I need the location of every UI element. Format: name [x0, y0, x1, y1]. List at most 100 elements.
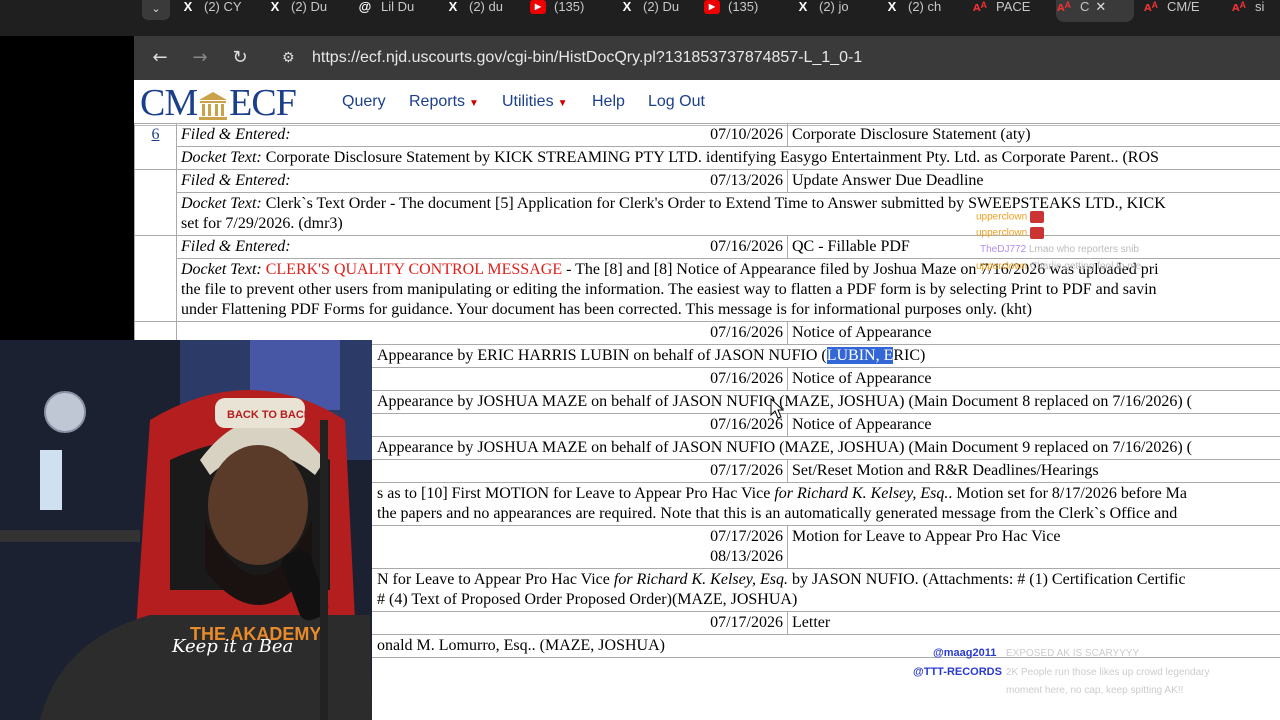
docket-text: set for 7/29/2026. (dmr3) — [181, 215, 343, 232]
chat-username: upperclown — [976, 211, 1028, 223]
forward-arrow-icon[interactable]: → — [188, 46, 212, 70]
doc-number — [134, 169, 177, 236]
selected-text[interactable]: LUBIN, E — [826, 347, 894, 364]
cm-ecf-logo[interactable]: CM ECF — [140, 82, 297, 124]
menu-reports[interactable]: Reports ▼ — [409, 93, 479, 111]
browser-tab[interactable]: X (2) Du — [267, 0, 345, 22]
chat-text: Charlie getting fool to me — [1029, 261, 1142, 272]
browser-tab[interactable]: ᴀᴬ C ✕ — [1056, 0, 1134, 22]
dropdown-arrow-icon: ▼ — [469, 98, 479, 109]
menu-help[interactable]: Help — [592, 93, 625, 111]
hat-text: BACK TO BACK — [227, 409, 312, 421]
docket-text: the papers and no appearances are requir… — [377, 505, 1178, 522]
doc-link[interactable]: 6 — [152, 126, 160, 143]
site-info-icon[interactable]: ⚙ — [282, 46, 302, 70]
courthouse-icon — [199, 92, 228, 121]
tab-label: PACE — [996, 0, 1031, 14]
filed-label: Filed & Entered: — [181, 238, 291, 255]
tab-label: (2) Du — [643, 0, 680, 14]
entry-type: Letter — [787, 611, 1280, 635]
tab-label: Lil Du — [381, 0, 415, 14]
tab-label: (2) du — [469, 0, 503, 14]
url-field[interactable]: https://ecf.njd.uscourts.gov/cgi-bin/His… — [312, 44, 1272, 72]
tab-label: (2) ch — [908, 0, 942, 14]
docket-text: by JASON NUFIO. (Attachments: # (1) Cert… — [787, 571, 1186, 588]
chat-username: upperclown — [976, 261, 1028, 272]
entry-date: 07/17/2026 — [710, 528, 783, 545]
docket-text: Corporate Disclosure Statement by KICK S… — [265, 149, 1159, 166]
close-tab-icon[interactable]: ✕ — [1095, 0, 1106, 14]
streamer-video-icon: BACK TO BACK THE AKADEMY Keep it a Bea — [0, 340, 372, 720]
tab-label: si — [1255, 0, 1265, 14]
entry-type: Update Answer Due Deadline — [787, 169, 1280, 193]
webcam-feed: BACK TO BACK THE AKADEMY Keep it a Bea — [0, 340, 372, 720]
docket-text: RIC) — [893, 347, 926, 364]
browser-tab[interactable]: ᴀᴬ si — [1231, 0, 1280, 22]
docket-text: Appearance by ERIC HARRIS LUBIN on behal… — [377, 347, 827, 364]
entry-date: 07/17/2026 — [710, 462, 783, 479]
menu-utilities[interactable]: Utilities ▼ — [502, 93, 567, 111]
tab-label: (135) — [554, 0, 585, 14]
table-row: 6 Filed & Entered: 07/10/2026 Corporate D… — [134, 123, 1280, 170]
shirt-script-text: Keep it a Bea — [171, 636, 293, 657]
stream-tag: @TTT-RECORDS — [913, 666, 1002, 678]
ecf-header: CM ECF Query Reports ▼ Utilities ▼ Help Log… — [134, 80, 1280, 126]
browser-tab[interactable]: X (2) CY — [180, 0, 254, 22]
tab-label: C — [1080, 0, 1090, 14]
x-logo-icon: X — [887, 0, 897, 14]
youtube-icon: ▶ — [530, 0, 546, 14]
tab-label: CM/E — [1167, 0, 1200, 14]
filed-label: Filed & Entered: — [181, 172, 291, 189]
dropdown-arrow-icon: ▼ — [557, 98, 568, 109]
entry-type: Notice of Appearance — [787, 413, 1280, 437]
stream-tag: @maag2011 — [933, 647, 997, 659]
browser-tab[interactable]: ▶ (135) — [530, 0, 604, 22]
x-logo-icon: X — [270, 0, 280, 14]
x-logo-icon: X — [448, 0, 458, 14]
tab-search-dropdown[interactable]: ⌄ — [142, 0, 170, 20]
chat-message: upperclown — [976, 227, 1044, 239]
table-row: Filed & Entered: 07/13/2026 Update Answer… — [134, 169, 1280, 236]
tab-label: (2) Du — [291, 0, 328, 14]
pacer-icon: ᴀᴬ — [973, 0, 987, 14]
entry-date: 07/17/2026 — [710, 614, 783, 631]
browser-tab[interactable]: @ Lil Du — [357, 0, 431, 22]
tab-label: (135) — [728, 0, 759, 14]
docket-text-cell: Docket Text: Corporate Disclosure Statem… — [176, 146, 1280, 170]
browser-tab[interactable]: ᴀᴬ PACE — [972, 0, 1044, 22]
docket-text-italic: for Richard K. Kelsey, Esq. — [613, 571, 788, 588]
x-logo-icon: X — [183, 0, 193, 14]
x-logo-icon: X — [798, 0, 808, 14]
entry-date: 07/16/2026 — [710, 238, 783, 255]
chat-message: upperclown — [976, 211, 1044, 223]
menu-logout[interactable]: Log Out — [648, 93, 705, 111]
emote-icon — [1029, 211, 1044, 223]
browser-tab[interactable]: X (2) Du — [619, 0, 691, 22]
browser-tab[interactable]: X (2) du — [445, 0, 517, 22]
entry-type: Notice of Appearance — [787, 367, 1280, 391]
browser-tab[interactable]: ▶ (135) — [704, 0, 778, 22]
entry-date: 07/16/2026 — [710, 370, 783, 387]
menu-reports-label: Reports — [409, 93, 466, 110]
entry-date: 07/10/2026 — [710, 126, 783, 143]
mouse-cursor-icon — [770, 398, 785, 419]
chat-message: TheDJ772 Lmao who reporters snib — [980, 244, 1139, 255]
docket-text: Appearance by JOSHUA MAZE on behalf of J… — [377, 439, 1192, 456]
chat-message: upperclown Charlie getting fool to me — [976, 261, 1141, 272]
doc-number — [134, 235, 177, 322]
browser-tab[interactable]: X (2) jo — [795, 0, 867, 22]
docket-text: onald M. Lomurro, Esq.. (MAZE, JOSHUA) — [377, 637, 665, 654]
entry-type: Set/Reset Motion and R&R Deadlines/Heari… — [787, 459, 1280, 483]
table-row: Docket Text: Clerk`s Text Order - The do… — [135, 192, 1280, 236]
tab-label: (2) CY — [204, 0, 242, 14]
filed-label: Filed & Entered: — [181, 126, 291, 143]
threads-icon: @ — [358, 0, 372, 14]
menu-query[interactable]: Query — [342, 93, 386, 111]
browser-tab[interactable]: ᴀᴬ CM/E — [1143, 0, 1217, 22]
docket-text-cell: Docket Text: Clerk`s Text Order - The do… — [176, 192, 1280, 236]
back-arrow-icon[interactable]: ← — [148, 46, 172, 70]
reload-icon[interactable]: ↻ — [228, 46, 252, 70]
logo-text-left: CM — [140, 82, 198, 124]
browser-tab[interactable]: X (2) ch — [884, 0, 954, 22]
overlay-chat-text: 2K People run those likes up crowd legen… — [1006, 667, 1210, 678]
